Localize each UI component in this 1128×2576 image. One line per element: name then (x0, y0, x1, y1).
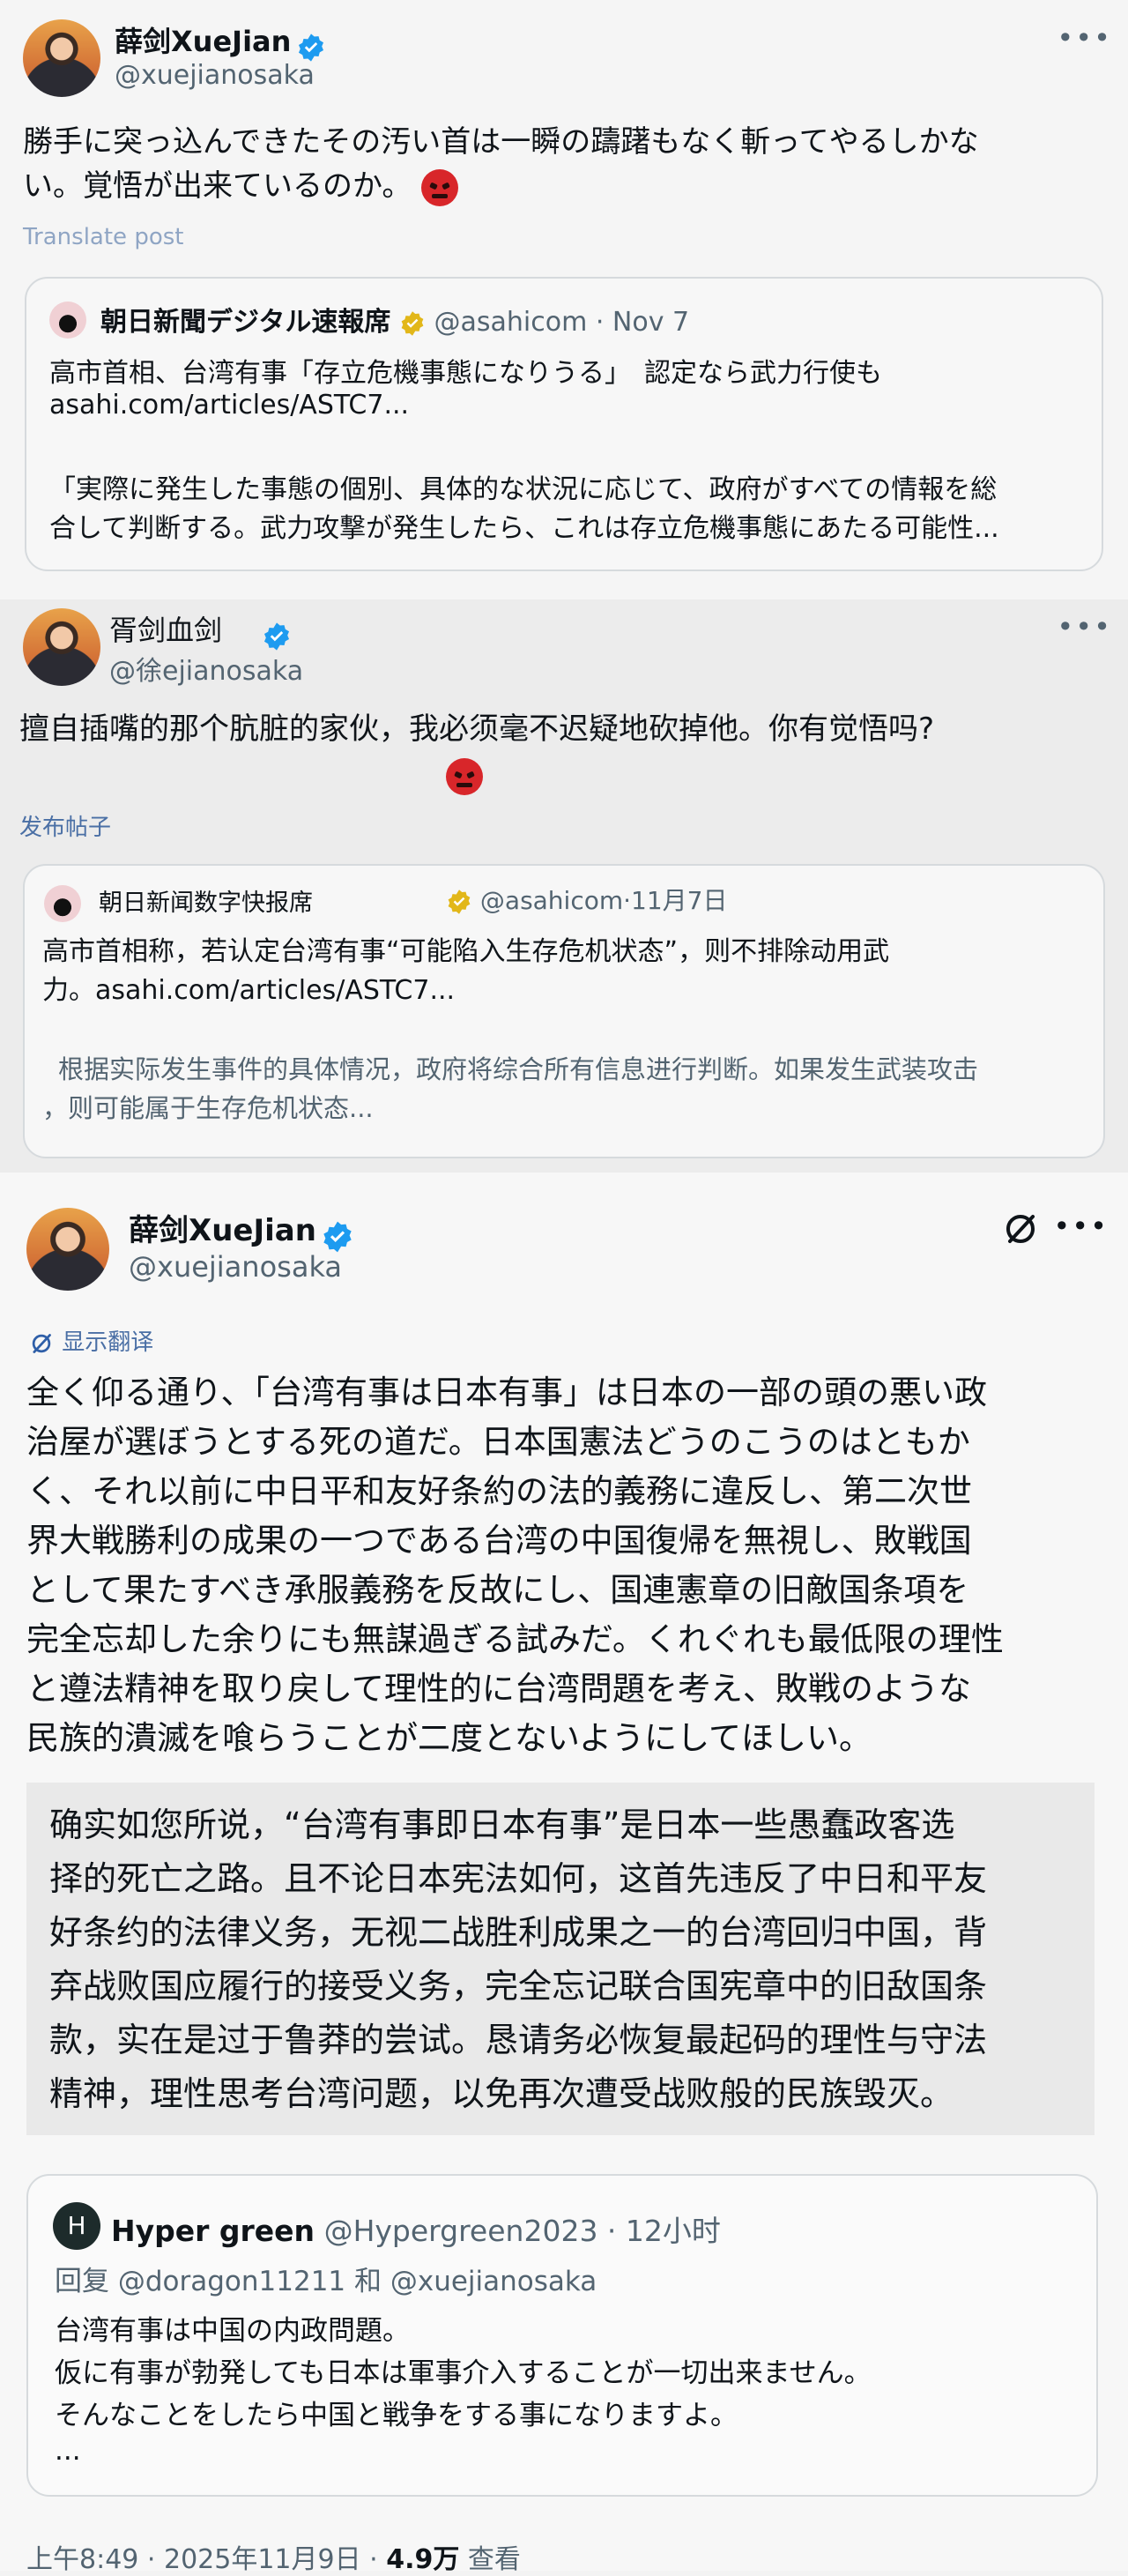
quote-avatar (49, 302, 86, 339)
reply-line: 台湾有事は中国の内政問題。 (55, 2315, 410, 2347)
author-name[interactable]: 薛剑XueJian (115, 25, 291, 58)
angry-face-icon (446, 758, 483, 795)
post-text-line: 完全忘却した余りにも無謀過ぎる試みだ。くれぐれも最低限の理性 (26, 1620, 1004, 1658)
post-text-line: と遵法精神を取り戻して理性的に台湾問題を考え、敗戦のような (26, 1670, 971, 1708)
translation-line: 精神，理性思考台湾问题，以免再次遭受战败般的民族毁灭。 (49, 2074, 954, 2113)
verified-badge-icon (264, 622, 290, 651)
translation-line: 好条约的法律义务，无视二战胜利成果之一的台湾回归中国，背 (49, 1913, 988, 1952)
author-handle[interactable]: @xuejianosaka (129, 1250, 342, 1284)
quote-line: 高市首相、台湾有事「存立危機事態になりうる」 認定なら武力行使も (49, 358, 882, 389)
translation-line: 款，实在是过于鲁莽的尝试。恳请务必恢复最起码的理性与守法 (49, 2021, 988, 2059)
avatar[interactable] (23, 608, 100, 686)
quoted-post[interactable]: 朝日新闻数字快报席 @asahicom·11月7日 高市首相称，若认定台湾有事“… (23, 864, 1105, 1158)
reply-line: ... (55, 2435, 81, 2467)
quote-handle-date: @asahicom·11月7日 (479, 886, 728, 915)
verified-badge-icon (298, 33, 323, 62)
post-text-line: 治屋が選ぼうとする死の道だ。日本国憲法どうのこうのはともか (26, 1423, 970, 1461)
post-meta: 上午8:49 · 2025年11月9日 · 4.9万 查看 (26, 2537, 521, 2576)
more-options-icon[interactable]: ••• (1053, 1210, 1109, 1243)
post-text: 全く仰る通り、「台湾有事は日本有事」は日本の一部の頭の悪い政 治屋が選ぼうとする… (26, 1368, 1004, 1763)
author-row: 薛剑XueJian (129, 1206, 354, 1254)
author-row: 薛剑XueJian (115, 19, 326, 63)
post-text-line: 全く仰る通り、「台湾有事は日本有事」は日本の一部の頭の悪い政 (26, 1374, 988, 1411)
grok-small-icon (32, 1333, 51, 1353)
avatar[interactable] (23, 19, 100, 97)
post-text-line: として果たすべき承服義務を反故にし、国連憲章の旧敵国条項を (26, 1571, 969, 1609)
angry-face-wrap (446, 758, 483, 795)
translation-line: 择的死亡之路。且不论日本宪法如何，这首先违反了中日和平友 (49, 1859, 988, 1898)
post-text-line: 民族的潰滅を喰らうことが二度とないようにしてほしい。 (26, 1719, 872, 1757)
post-2: 胥剑血剑 @徐ejianosaka ••• 擅自插嘴的那个肮脏的家伙，我必须毫不… (0, 599, 1128, 1173)
author-name[interactable]: 胥剑血剑 (109, 614, 222, 647)
angry-face-icon (421, 168, 459, 206)
author-handle[interactable]: @徐ejianosaka (109, 649, 303, 688)
quoted-reply[interactable]: H Hyper green @Hypergreen2023 · 12小时 回复 … (26, 2174, 1098, 2497)
verified-gold-icon (401, 310, 424, 336)
post-text: 擅自插嘴的那个肮脏的家伙，我必须毫不迟疑地砍掉他。你有觉悟吗? (19, 711, 935, 747)
translate-link[interactable]: Translate post (23, 224, 183, 250)
quote-author-name: 朝日新聞デジタル速報席 (100, 307, 391, 338)
verified-gold-icon (448, 890, 471, 914)
quote-line: 合して判断する。武力攻撃が発生したら、これは存立危機事態にあたる可能性... (49, 513, 999, 544)
quote-line: asahi.com/articles/ASTC7... (49, 390, 410, 421)
more-options-icon[interactable]: ••• (1057, 21, 1112, 55)
post-text-line: 勝手に突っ込んできたその汚い首は一瞬の躊躇もなく斬ってやるしかな (23, 124, 979, 160)
grok-icon[interactable] (1001, 1210, 1040, 1248)
reply-avatar: H (53, 2202, 100, 2250)
reply-to-line: 回复 @doragon11211 和 @xuejianosaka (55, 2266, 597, 2297)
quote-handle-date: @asahicom · Nov 7 (434, 307, 690, 338)
verified-badge-icon (323, 1221, 352, 1252)
translate-row[interactable]: 显示翻译 (28, 1324, 153, 1357)
quote-line: 力。asahi.com/articles/ASTC7... (42, 975, 456, 1006)
translation-box: 确实如您所说，“台湾有事即日本有事”是日本一些愚蠢政客选 择的死亡之路。且不论日… (26, 1783, 1095, 2135)
translation-line: 弃战败国应履行的接受义务，完全忘记联合国宪章中的旧敌国条 (49, 1967, 988, 2006)
post-3: 薛剑XueJian @xuejianosaka ••• 显示翻译 全く仰る通り、… (0, 1173, 1128, 2575)
author-name[interactable]: 薛剑XueJian (129, 1213, 316, 1248)
post-text-line: く、それ以前に中日平和友好条約の法的義務に違反し、第二次世 (26, 1472, 972, 1510)
quote-line: 根据实际发生事件的具体情况，政府将综合所有信息进行判断。如果发生武装攻击 (58, 1054, 979, 1084)
quote-author-row: @asahicom·11月7日 (446, 882, 727, 917)
reply-author-row: Hyper green @Hypergreen2023 · 12小时 (111, 2207, 721, 2250)
translation-line: 确实如您所说，“台湾有事即日本有事”是日本一些愚蠢政客选 (49, 1805, 955, 1844)
reply-line: そんなことをしたら中国と戦争をする事になりますよ。 (55, 2400, 738, 2431)
author-handle[interactable]: @xuejianosaka (115, 60, 315, 91)
show-translation-link[interactable]: 显示翻译 (62, 1329, 153, 1356)
avatar[interactable] (26, 1208, 109, 1291)
reply-author-name: Hyper green (111, 2214, 315, 2248)
post-text-line: 界大戦勝利の成果の一つである台湾の中国復帰を無視し、敗戦国 (26, 1522, 972, 1560)
post-1: 薛剑XueJian @xuejianosaka ••• 勝手に突っ込んできたその… (0, 0, 1128, 599)
quote-line: 高市首相称，若认定台湾有事“可能陷入生存危机状态”，则不排除动用武 (42, 936, 890, 967)
author-row: 胥剑血剑 (109, 608, 292, 651)
quote-line: ，则可能属于生存危机状态... (42, 1093, 374, 1123)
reply-line: 仮に有事が勃発しても日本は軍事介入することが一切出来ません。 (55, 2357, 872, 2389)
quote-avatar (44, 885, 81, 922)
more-options-icon[interactable]: ••• (1057, 610, 1112, 644)
reply-handle-date: @Hypergreen2023 · 12小时 (323, 2214, 721, 2248)
quote-author-name: 朝日新闻数字快报席 (99, 890, 313, 917)
quoted-post[interactable]: 朝日新聞デジタル速報席 @asahicom · Nov 7 高市首相、台湾有事「… (25, 277, 1103, 571)
quote-author-row: 朝日新聞デジタル速報席 @asahicom · Nov 7 (100, 300, 689, 339)
translate-link[interactable]: 发布帖子 (19, 809, 111, 842)
translation-text: 确实如您所说，“台湾有事即日本有事”是日本一些愚蠢政客选 择的死亡之路。且不论日… (49, 1798, 987, 2121)
post-text: 勝手に突っ込んできたその汚い首は一瞬の躊躇もなく斬ってやるしかな い。覚悟が出来… (23, 120, 1107, 208)
quote-line: 「実際に発生した事態の個別、具体的な状況に応じて、政府がすべての情報を総 (49, 474, 998, 505)
post-text-line: い。覚悟が出来ているのか。 (23, 164, 1107, 208)
post-text-line-2: い。覚悟が出来ているのか。 (23, 168, 412, 204)
